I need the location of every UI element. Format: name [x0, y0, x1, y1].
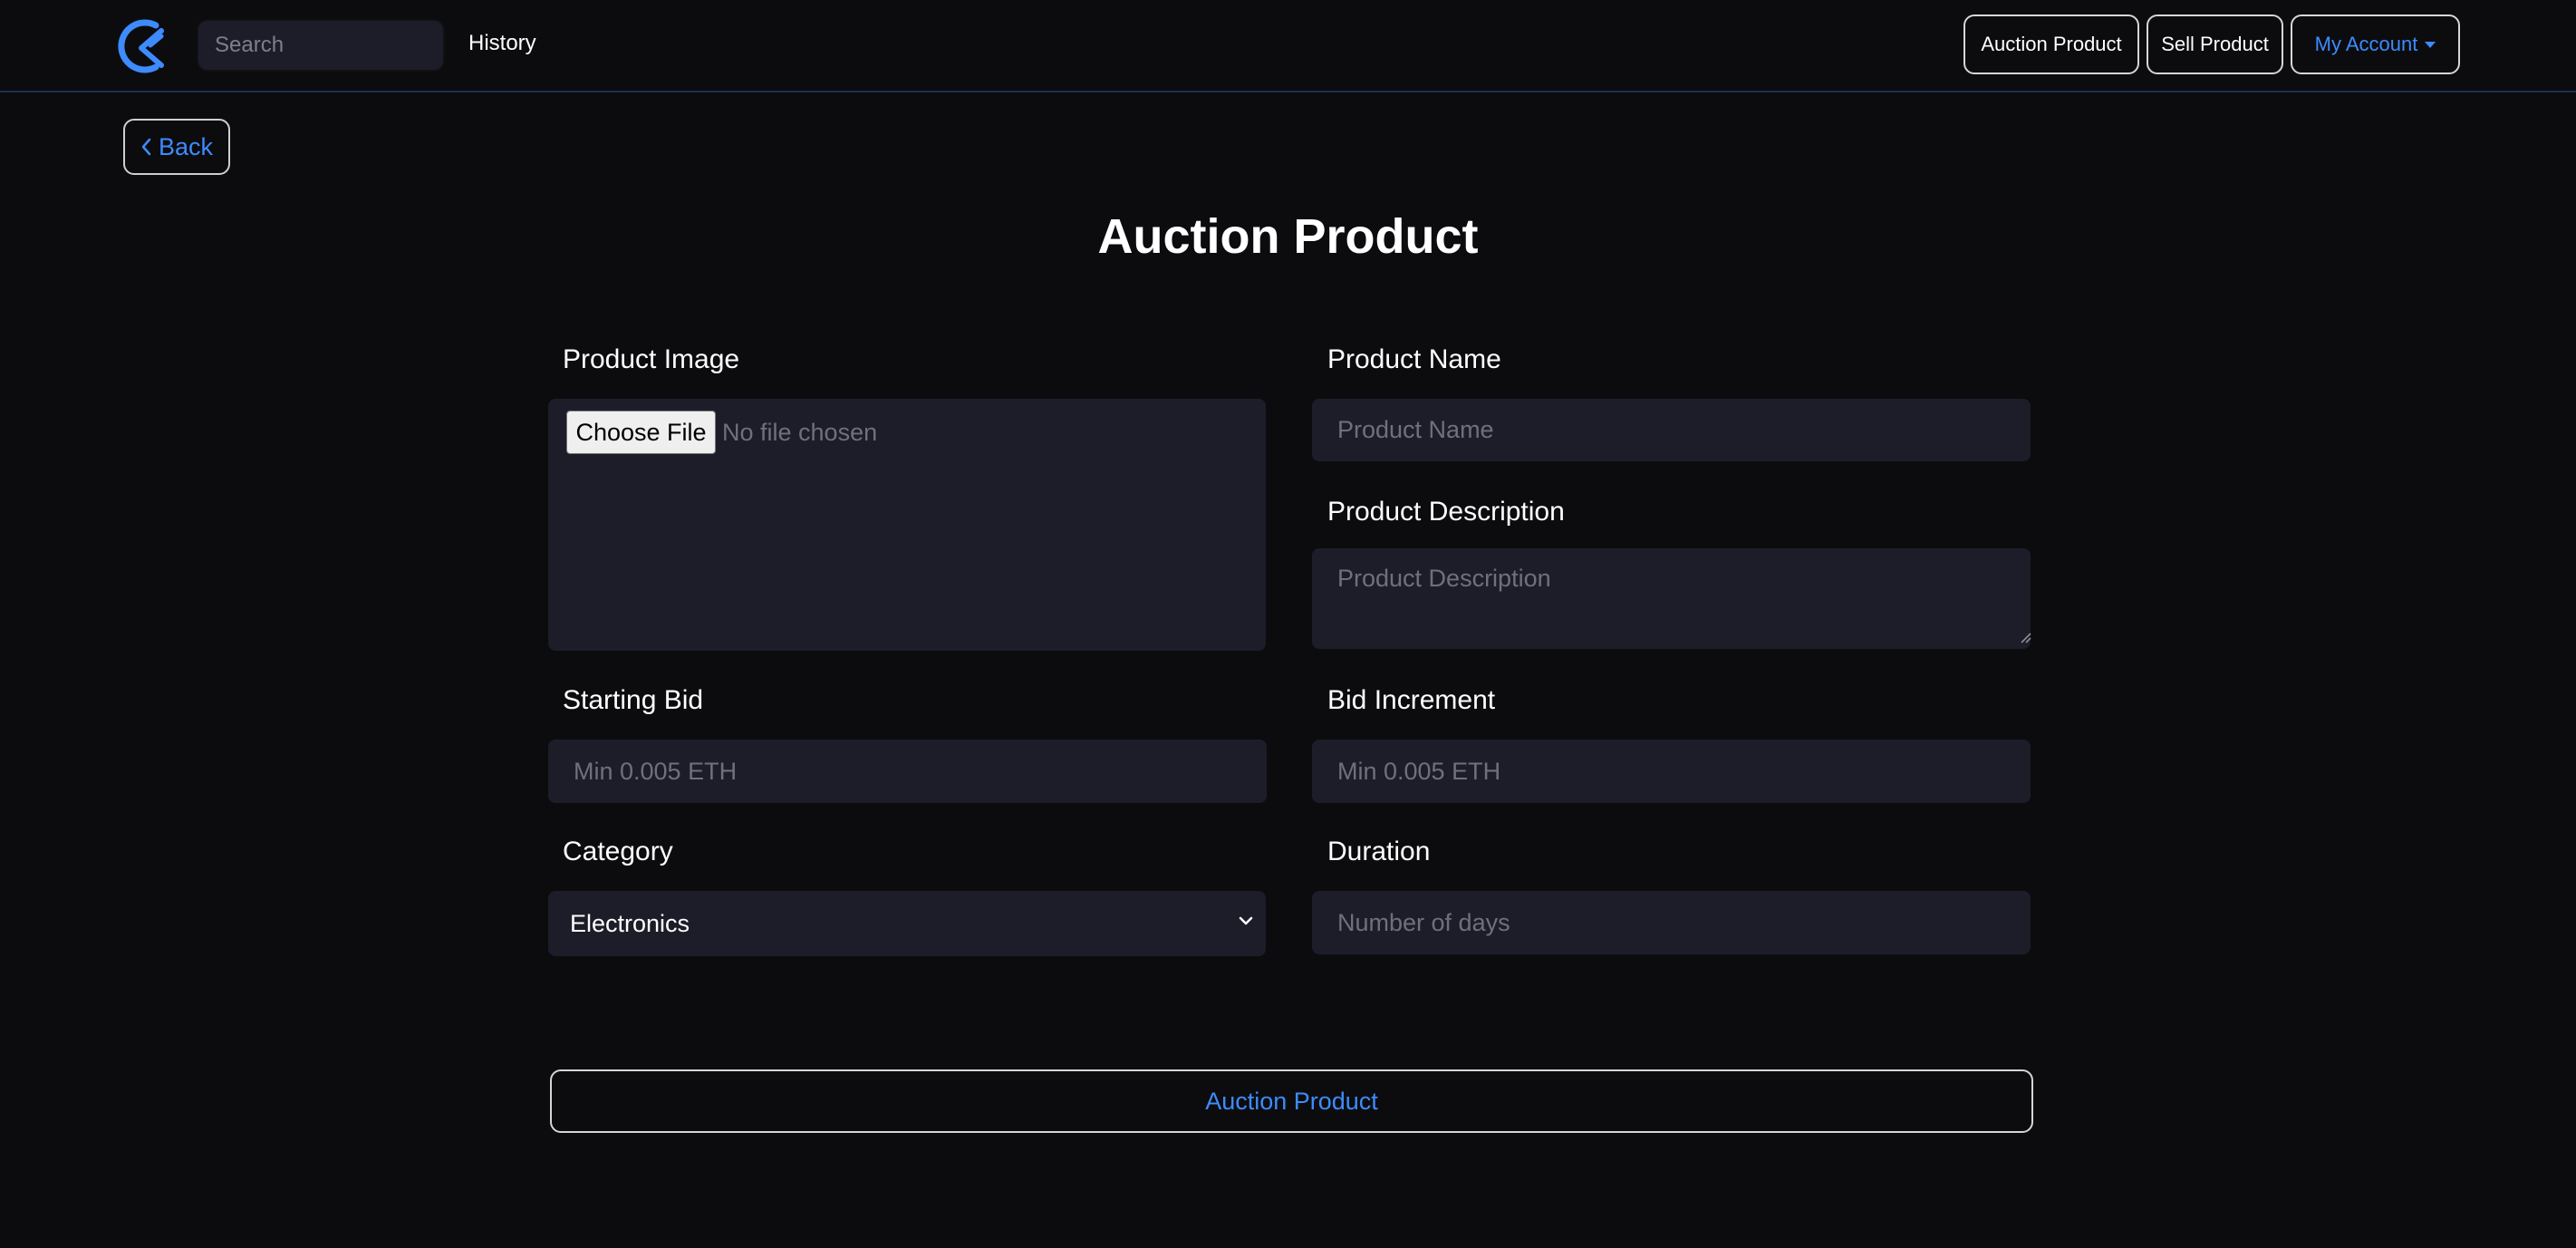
choose-file-button[interactable]: Choose File: [566, 411, 716, 454]
product-description-label: Product Description: [1327, 497, 1565, 527]
chevron-left-icon: [141, 138, 151, 156]
sell-product-nav-button[interactable]: Sell Product: [2147, 15, 2283, 74]
starting-bid-label: Starting Bid: [563, 685, 704, 715]
back-label: Back: [158, 132, 214, 160]
bid-increment-input[interactable]: [1312, 740, 2031, 803]
category-selected-value: Electronics: [570, 909, 690, 937]
auction-product-submit-button[interactable]: Auction Product: [550, 1069, 2033, 1133]
history-link[interactable]: History: [468, 31, 536, 56]
logo-icon[interactable]: [116, 18, 172, 74]
page-title: Auction Product: [1097, 209, 1479, 264]
resize-grip-icon[interactable]: [2019, 631, 2031, 643]
no-file-chosen-text: No file chosen: [722, 419, 878, 446]
my-account-label: My Account: [2314, 33, 2418, 55]
product-image-upload[interactable]: Choose File No file chosen: [548, 399, 1266, 651]
category-label: Category: [563, 837, 673, 866]
auction-product-nav-button[interactable]: Auction Product: [1963, 15, 2139, 74]
top-navbar: History Auction Product Sell Product My …: [0, 0, 2576, 92]
back-button[interactable]: Back: [123, 119, 230, 175]
starting-bid-input[interactable]: [548, 740, 1267, 803]
product-image-label: Product Image: [563, 344, 740, 374]
category-select[interactable]: Electronics: [548, 891, 1266, 956]
my-account-dropdown[interactable]: My Account: [2291, 15, 2460, 74]
duration-input[interactable]: [1312, 891, 2031, 954]
product-name-label: Product Name: [1327, 344, 1501, 374]
search-input[interactable]: [197, 19, 445, 72]
bid-increment-label: Bid Increment: [1327, 685, 1496, 715]
duration-label: Duration: [1327, 837, 1431, 866]
product-description-textarea[interactable]: [1312, 548, 2031, 649]
product-name-input[interactable]: [1312, 399, 2031, 461]
caret-down-icon: [2425, 41, 2436, 48]
chevron-down-icon: [1239, 916, 1253, 925]
